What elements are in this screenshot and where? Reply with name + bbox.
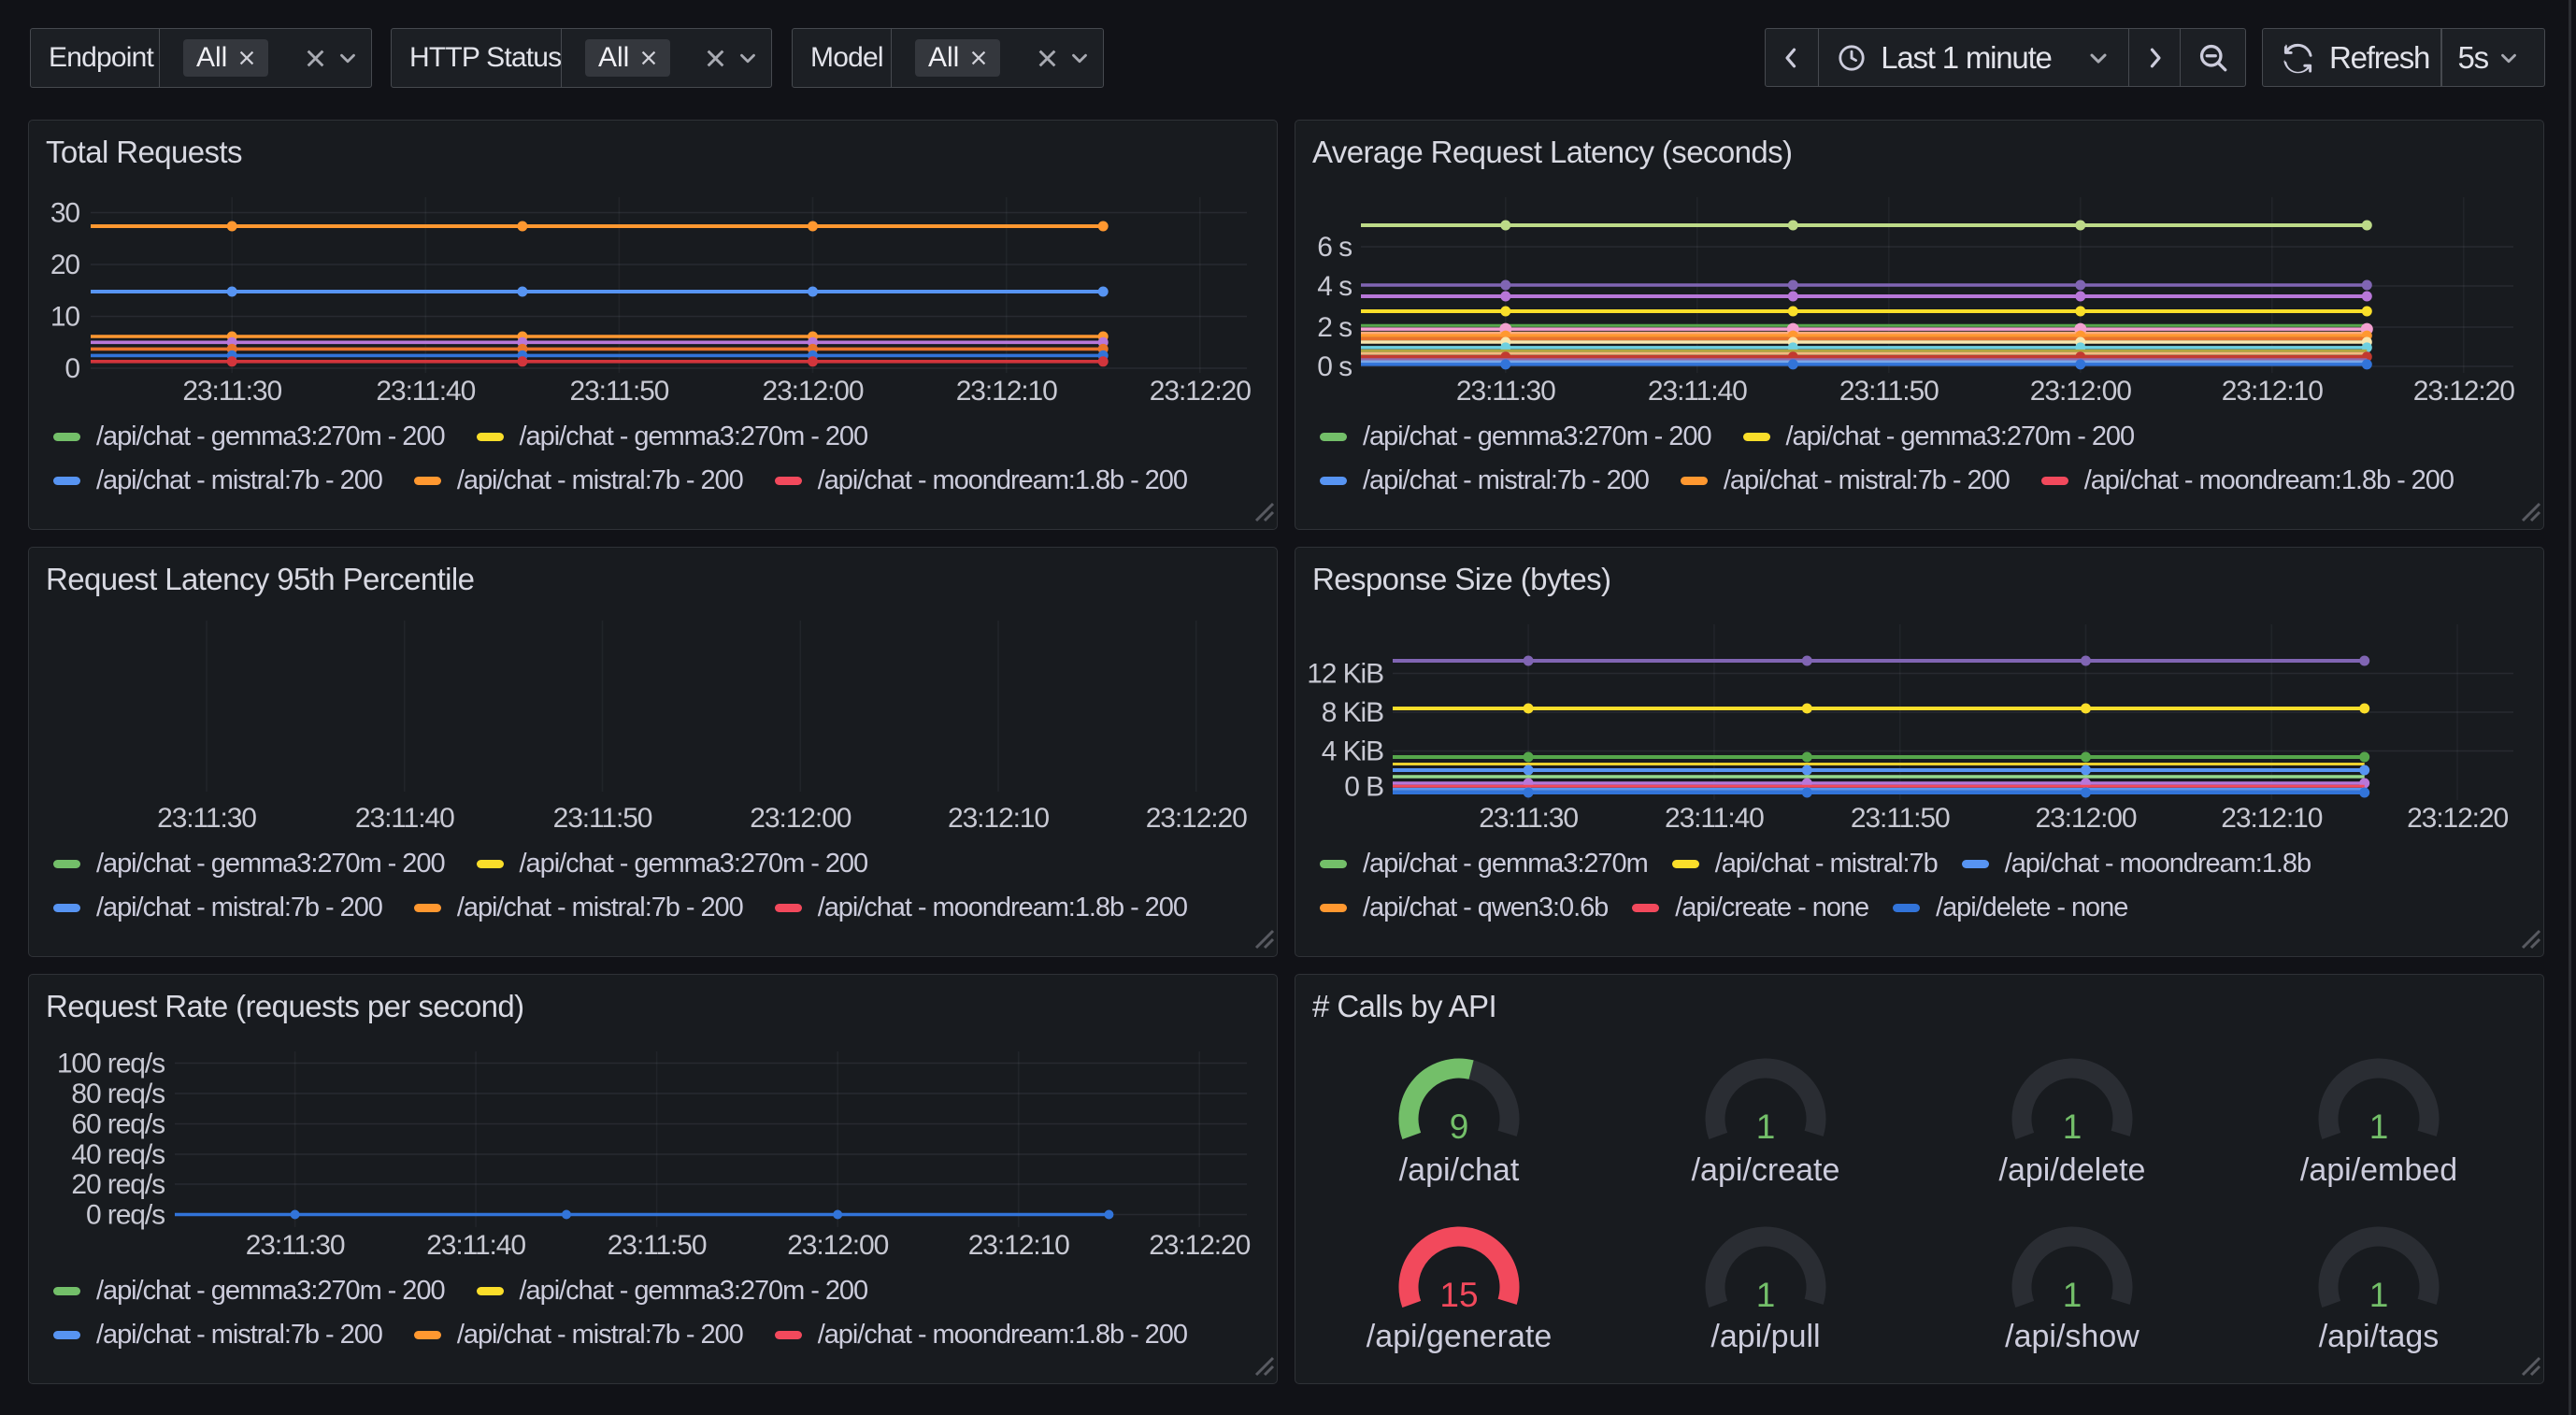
svg-text:23:11:50: 23:11:50: [608, 1230, 707, 1261]
svg-text:23:12:10: 23:12:10: [2222, 376, 2323, 407]
svg-text:40 req/s: 40 req/s: [71, 1139, 165, 1170]
svg-text:12 KiB: 12 KiB: [1307, 659, 1383, 690]
svg-text:/api/create: /api/create: [1692, 1152, 1840, 1188]
svg-text:23:11:30: 23:11:30: [182, 376, 281, 407]
svg-text:/api/tags: /api/tags: [2319, 1319, 2440, 1354]
svg-text:1: 1: [1756, 1108, 1776, 1146]
svg-text:23:11:40: 23:11:40: [355, 803, 454, 834]
svg-text:23:11:30: 23:11:30: [1479, 803, 1578, 834]
svg-text:2 s: 2 s: [1317, 312, 1352, 343]
svg-text:1: 1: [1756, 1276, 1776, 1314]
svg-text:1: 1: [2369, 1276, 2389, 1314]
svg-text:8 KiB: 8 KiB: [1322, 697, 1383, 728]
svg-text:80 req/s: 80 req/s: [71, 1079, 165, 1109]
svg-text:23:11:50: 23:11:50: [553, 803, 652, 834]
svg-text:23:11:30: 23:11:30: [157, 803, 256, 834]
svg-text:23:11:50: 23:11:50: [570, 376, 669, 407]
svg-text:/api/delete: /api/delete: [1999, 1152, 2146, 1188]
svg-text:23:12:10: 23:12:10: [956, 376, 1057, 407]
svg-text:23:11:40: 23:11:40: [376, 376, 475, 407]
svg-text:23:12:10: 23:12:10: [968, 1230, 1069, 1261]
svg-text:/api/chat: /api/chat: [1399, 1152, 1520, 1188]
svg-text:23:12:10: 23:12:10: [948, 803, 1049, 834]
svg-text:23:11:30: 23:11:30: [1456, 376, 1555, 407]
svg-text:23:11:40: 23:11:40: [1665, 803, 1764, 834]
svg-text:23:11:40: 23:11:40: [426, 1230, 525, 1261]
svg-text:23:11:30: 23:11:30: [246, 1230, 345, 1261]
svg-text:23:12:20: 23:12:20: [1150, 376, 1251, 407]
svg-text:23:12:20: 23:12:20: [2413, 376, 2514, 407]
svg-text:15: 15: [1439, 1276, 1478, 1314]
svg-text:4 KiB: 4 KiB: [1322, 736, 1383, 767]
svg-text:1: 1: [2063, 1276, 2082, 1314]
svg-text:20: 20: [50, 250, 80, 280]
svg-text:/api/embed: /api/embed: [2300, 1152, 2457, 1188]
svg-text:1: 1: [2063, 1108, 2082, 1146]
svg-text:23:12:00: 23:12:00: [787, 1230, 888, 1261]
svg-text:0 req/s: 0 req/s: [86, 1200, 165, 1231]
svg-text:100 req/s: 100 req/s: [57, 1049, 165, 1079]
svg-text:60 req/s: 60 req/s: [71, 1109, 165, 1140]
svg-text:/api/pull: /api/pull: [1710, 1319, 1820, 1354]
svg-text:23:11:40: 23:11:40: [1648, 376, 1747, 407]
svg-text:23:12:00: 23:12:00: [2036, 803, 2137, 834]
svg-text:6 s: 6 s: [1317, 232, 1352, 263]
svg-text:23:11:50: 23:11:50: [1839, 376, 1939, 407]
svg-text:/api/show: /api/show: [2005, 1319, 2140, 1354]
svg-text:20 req/s: 20 req/s: [71, 1169, 165, 1200]
svg-text:23:12:10: 23:12:10: [2221, 803, 2322, 834]
svg-text:1: 1: [2369, 1108, 2389, 1146]
svg-text:0: 0: [64, 353, 79, 384]
svg-text:0 s: 0 s: [1317, 351, 1352, 382]
svg-text:30: 30: [50, 198, 80, 229]
svg-text:23:12:00: 23:12:00: [750, 803, 851, 834]
svg-text:23:12:20: 23:12:20: [2407, 803, 2508, 834]
svg-text:23:12:20: 23:12:20: [1146, 803, 1247, 834]
svg-text:23:12:20: 23:12:20: [1149, 1230, 1250, 1261]
svg-text:23:12:00: 23:12:00: [2030, 376, 2131, 407]
svg-text:23:12:00: 23:12:00: [763, 376, 864, 407]
svg-text:0 B: 0 B: [1344, 772, 1383, 803]
svg-text:4 s: 4 s: [1317, 271, 1352, 302]
svg-text:10: 10: [50, 302, 80, 333]
svg-text:23:11:50: 23:11:50: [1851, 803, 1950, 834]
svg-text:/api/generate: /api/generate: [1367, 1319, 1553, 1354]
svg-text:9: 9: [1450, 1108, 1469, 1146]
